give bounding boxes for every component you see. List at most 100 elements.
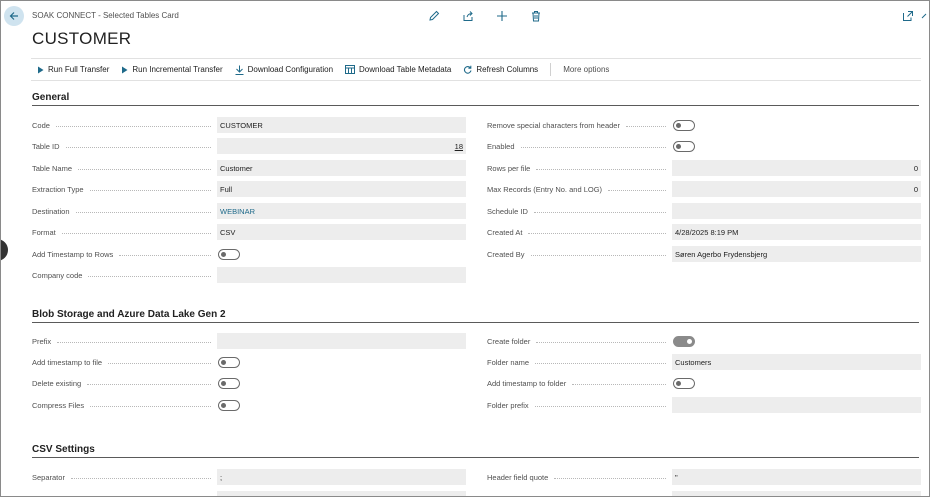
field-label: Create folder [487,333,672,349]
action-label: Run Incremental Transfer [132,65,223,74]
label-text: Max Records (Entry No. and LOG) [487,184,603,194]
download-table-metadata-button[interactable]: Download Table Metadata [339,59,457,80]
field-label: Max Records (Entry No. and LOG) [487,181,672,197]
label-text: Folder name [487,357,530,367]
download-configuration-button[interactable]: Download Configuration [229,59,339,80]
delete-icon[interactable] [529,9,543,23]
breadcrumb: SOAK CONNECT - Selected Tables Card [32,11,179,20]
expand-icon[interactable] [921,9,927,23]
leader-dots [78,168,211,170]
company-code-input[interactable] [217,267,466,283]
label-text: Header field quote [487,472,549,482]
enabled-toggle[interactable] [673,140,695,152]
prefix-input[interactable] [217,333,466,349]
section-title-blob-storage[interactable]: Blob Storage and Azure Data Lake Gen 2 [32,309,226,320]
field-label: Prefix [32,333,217,349]
table-id-input[interactable]: 18 [217,138,466,154]
label-text: Destination [32,206,70,216]
share-icon[interactable] [461,9,475,23]
action-label: Download Table Metadata [359,65,452,74]
side-panel-handle[interactable] [1,239,8,261]
partial-field-input[interactable] [672,491,921,496]
delete-existing-toggle[interactable] [218,377,240,389]
label-text: Extraction Type [32,184,84,194]
schedule-id-input[interactable] [672,203,921,219]
leader-dots [57,341,211,343]
folder-prefix-input[interactable] [672,397,921,413]
max-records-input[interactable]: 0 [672,181,921,197]
run-full-transfer-button[interactable]: Run Full Transfer [31,59,115,80]
card-toolbar [427,9,543,23]
remove-special-characters-toggle[interactable] [673,119,695,131]
more-options-button[interactable]: More options [557,59,615,80]
table-id-value[interactable]: 18 [455,142,463,151]
created-by-value: Søren Agerbo Frydensbjerg [672,246,921,262]
leader-dots [528,232,666,234]
section-title-general[interactable]: General [32,92,69,103]
field-label: Add timestamp to folder [487,375,672,391]
play-icon [121,66,128,74]
field-label: Add Timestamp to Rows [32,246,217,262]
leader-dots [70,477,211,479]
back-button[interactable] [4,6,24,26]
destination-input[interactable]: WEBINAR [217,203,466,219]
field-label: Remove special characters from header [487,117,672,133]
add-timestamp-to-file-toggle[interactable] [218,356,240,368]
label-text: Code [32,120,50,130]
field-label: Table ID [32,138,217,154]
field-max-records: Max Records (Entry No. and LOG) 0 [487,181,921,197]
field-label: Rows per file [487,160,672,176]
create-folder-toggle[interactable] [673,335,695,347]
back-arrow-icon [9,12,18,20]
field-destination: Destination WEBINAR [32,203,466,219]
table-icon [345,65,356,74]
run-incremental-transfer-button[interactable]: Run Incremental Transfer [115,59,228,80]
refresh-icon [463,65,472,74]
field-label: Created At [487,224,672,240]
code-input[interactable]: CUSTOMER [217,117,466,133]
field-format: Format CSV [32,224,466,240]
add-timestamp-to-folder-toggle[interactable] [673,377,695,389]
label-text: Table ID [32,141,60,151]
window: SOAK CONNECT - Selected Tables Card CUST… [0,0,930,497]
label-text: Created At [487,227,523,237]
extraction-type-select[interactable]: Full [217,181,466,197]
action-divider [550,63,552,76]
open-new-window-icon[interactable] [901,9,915,23]
label-text: Add Timestamp to Rows [32,249,114,259]
field-table-name: Table Name Customer [32,160,466,176]
field-created-at: Created At 4/28/2025 8:19 PM [487,224,921,240]
label-text: Remove special characters from header [487,120,620,130]
label-text: Prefix [32,336,52,346]
field-remove-special-characters: Remove special characters from header [487,117,695,133]
field-label: Delete existing [32,375,217,391]
leader-dots [536,341,666,343]
folder-name-input[interactable]: Customers [672,354,921,370]
format-select[interactable]: CSV [217,224,466,240]
section-title-csv-settings[interactable]: CSV Settings [32,444,95,455]
field-label: Folder prefix [487,397,672,413]
refresh-columns-button[interactable]: Refresh Columns [457,59,544,80]
field-folder-prefix: Folder prefix [487,397,921,413]
header-field-quote-input[interactable]: " [672,469,921,485]
field-extraction-type: Extraction Type Full [32,181,466,197]
table-name-input[interactable]: Customer [217,160,466,176]
field-label: Add timestamp to file [32,354,217,370]
field-label: Schedule ID [487,203,672,219]
page-title: CUSTOMER [32,29,132,48]
separator-input[interactable]: ; [217,469,466,485]
partial-field-input[interactable] [217,491,466,496]
field-separator: Separator ; [32,469,466,485]
field-code: Code CUSTOMER [32,117,466,133]
field-label: Enabled [487,138,672,154]
field-company-code: Company code [32,267,466,283]
add-icon[interactable] [495,9,509,23]
action-label: Download Configuration [247,65,334,74]
compress-files-toggle[interactable] [218,399,240,411]
add-timestamp-to-rows-toggle[interactable] [218,248,240,260]
label-text: Delete existing [32,378,82,388]
edit-icon[interactable] [427,9,441,23]
field-folder-name: Folder name Customers [487,354,921,370]
leader-dots [65,146,211,148]
rows-per-file-input[interactable]: 0 [672,160,921,176]
